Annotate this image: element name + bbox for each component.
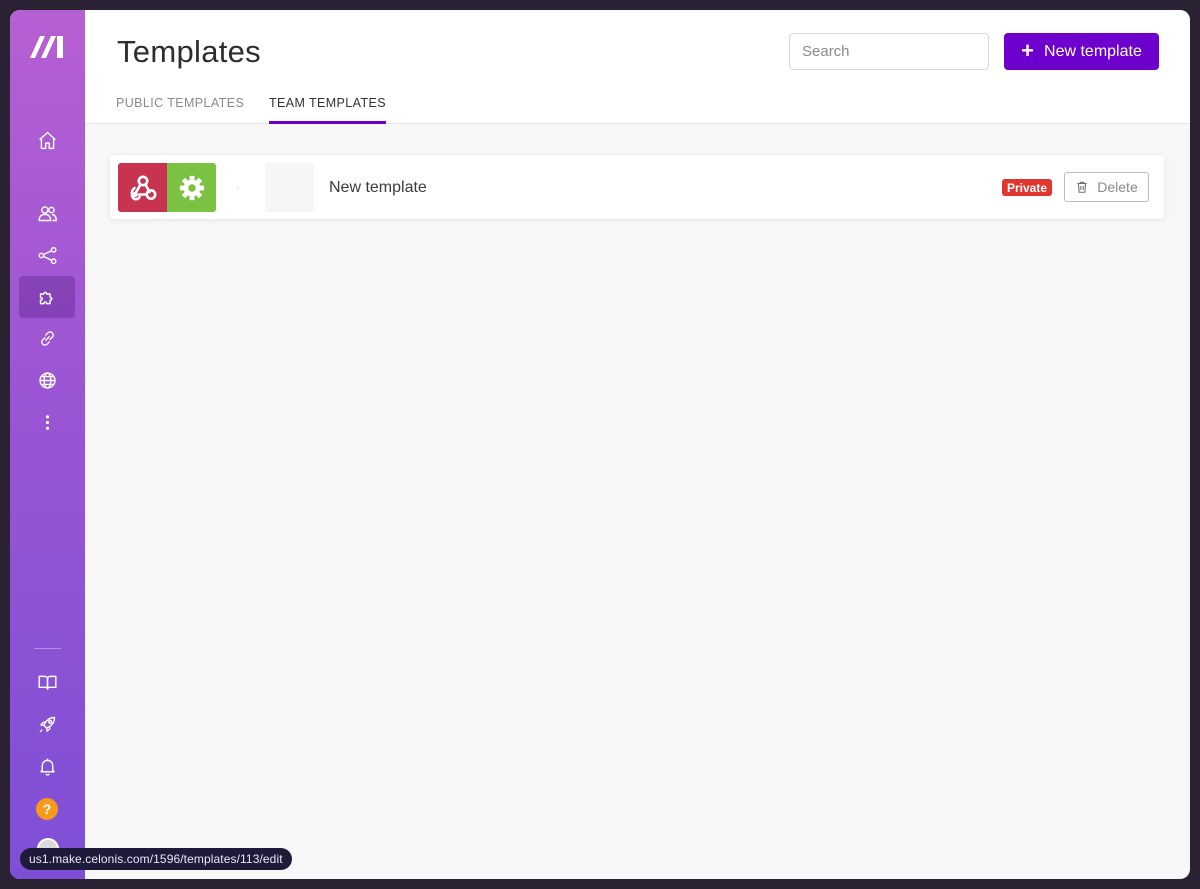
app-window: ? Templates + New template PUBLIC TEMPLA… — [10, 10, 1190, 879]
tab-public-templates[interactable]: PUBLIC TEMPLATES — [116, 96, 244, 124]
sidebar-item-notifications[interactable] — [19, 745, 75, 787]
docs-book-icon — [37, 675, 57, 690]
page-title: Templates — [117, 34, 261, 69]
tab-label: TEAM TEMPLATES — [269, 96, 386, 110]
sidebar-item-templates[interactable] — [19, 276, 75, 318]
webhooks-icon — [130, 175, 156, 200]
sidebar-item-scenarios[interactable] — [19, 234, 75, 276]
sidebar-item-launch[interactable] — [19, 703, 75, 745]
tab-team-templates[interactable]: TEAM TEMPLATES — [269, 96, 386, 124]
template-card[interactable]: › New template Private Delete — [110, 155, 1164, 219]
sidebar-item-connections[interactable] — [19, 317, 75, 359]
tools-gear-icon — [179, 175, 204, 200]
help-icon: ? — [36, 798, 58, 820]
webhooks-app-tile — [118, 163, 167, 212]
trash-icon — [1077, 181, 1087, 193]
rocket-icon — [39, 716, 55, 732]
sidebar-divider — [34, 648, 61, 649]
sidebar-item-help[interactable]: ? — [19, 788, 75, 830]
new-template-button-label: New template — [1044, 42, 1142, 60]
connections-link-icon — [40, 330, 54, 346]
bell-icon — [39, 758, 55, 776]
home-icon — [38, 131, 56, 149]
new-template-button[interactable]: + New template — [1004, 33, 1159, 70]
empty-app-tile — [265, 163, 314, 212]
tab-label: PUBLIC TEMPLATES — [116, 96, 245, 110]
sidebar-item-more[interactable] — [19, 401, 75, 443]
sidebar: ? — [10, 10, 85, 879]
scenarios-icon — [37, 246, 57, 264]
team-icon — [37, 205, 57, 221]
search-input[interactable] — [789, 33, 989, 70]
status-bar-url: us1.make.celonis.com/1596/templates/113/… — [20, 848, 292, 870]
page-header: Templates + New template PUBLIC TEMPLATE… — [85, 10, 1190, 124]
sidebar-item-webhooks[interactable] — [19, 359, 75, 401]
main-content: Templates + New template PUBLIC TEMPLATE… — [85, 10, 1190, 879]
sidebar-item-home[interactable] — [19, 119, 75, 161]
delete-button-label: Delete — [1097, 179, 1138, 195]
plus-icon: + — [1021, 37, 1035, 63]
sidebar-item-team[interactable] — [19, 192, 75, 234]
make-logo[interactable] — [28, 32, 68, 60]
webhooks-globe-icon — [38, 371, 56, 389]
arrow-right-icon: › — [236, 180, 240, 194]
templates-puzzle-icon — [39, 291, 52, 304]
more-vertical-icon — [45, 414, 49, 430]
sidebar-item-docs[interactable] — [19, 661, 75, 703]
delete-button[interactable]: Delete — [1064, 172, 1149, 202]
template-name[interactable]: New template — [329, 179, 427, 197]
tools-app-tile — [167, 163, 216, 212]
private-badge: Private — [1002, 179, 1053, 196]
active-tab-indicator — [269, 121, 386, 124]
